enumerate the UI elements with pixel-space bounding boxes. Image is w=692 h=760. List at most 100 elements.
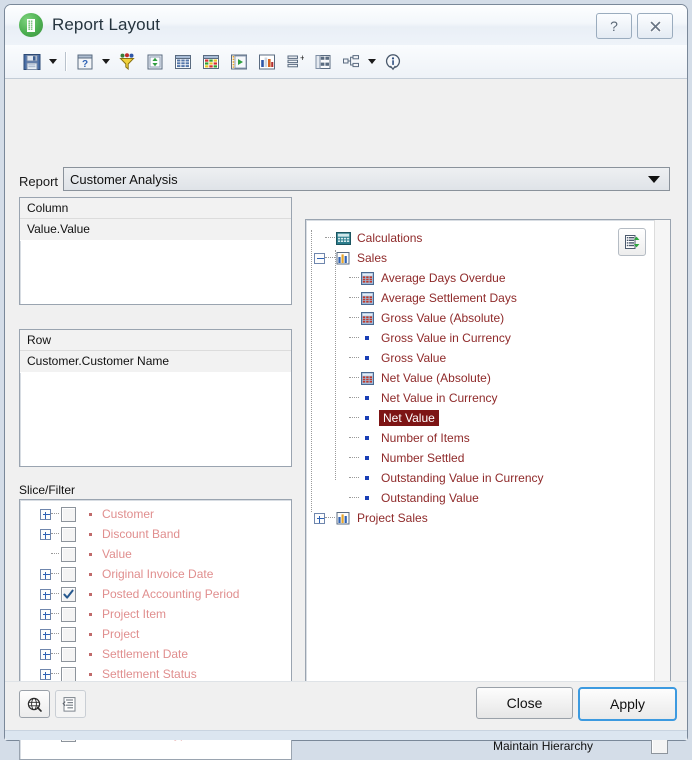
tree-connector [51, 553, 59, 555]
grid-icon[interactable] [170, 49, 196, 75]
slice-filter-checkbox[interactable] [61, 626, 76, 642]
tree-node[interactable]: Sales [314, 248, 670, 268]
column-panel-item[interactable]: Value.Value [20, 219, 291, 241]
slice-filter-item[interactable]: Project [20, 624, 291, 644]
tree-node[interactable]: Gross Value (Absolute) [314, 308, 670, 328]
slice-filter-item[interactable]: Value [20, 544, 291, 564]
expand-plus-icon[interactable] [40, 508, 51, 520]
hierarchy-icon[interactable] [338, 49, 364, 75]
tree-connector [349, 277, 359, 279]
expand-plus-icon[interactable] [40, 528, 51, 540]
slice-filter-item[interactable]: Settlement Date [20, 644, 291, 664]
expand-plus-icon[interactable] [40, 568, 51, 580]
info-icon[interactable] [380, 49, 406, 75]
expand-plus-icon[interactable] [40, 608, 51, 620]
slice-filter-checkbox[interactable] [61, 526, 76, 542]
tree-guide-line [311, 230, 312, 512]
tree-connector [349, 317, 359, 319]
tree-node-label: Average Settlement Days [381, 291, 517, 305]
column-panel-header: Column [20, 198, 291, 219]
collapse-minus-icon[interactable] [314, 252, 325, 264]
slice-filter-item-label: Settlement Date [102, 647, 189, 661]
tree-node[interactable]: Average Settlement Days [314, 288, 670, 308]
bullet-icon [89, 652, 92, 656]
tree-connector [349, 497, 359, 499]
tree-node-label: Average Days Overdue [381, 271, 506, 285]
report-properties-dropdown-caret[interactable] [100, 50, 112, 74]
slice-filter-checkbox[interactable] [61, 566, 76, 582]
report-layout-window: Report Layout ? ? + Report Customer Anal… [4, 4, 688, 760]
tree-node-label: Gross Value [381, 351, 447, 365]
conditional-format-icon[interactable] [198, 49, 224, 75]
dot-icon [359, 331, 375, 345]
structure-icon[interactable] [55, 690, 86, 718]
tree-node-label: Net Value [379, 410, 439, 426]
row-panel-item[interactable]: Customer.Customer Name [20, 351, 291, 373]
expand-plus-icon[interactable] [40, 648, 51, 660]
tree-node[interactable]: Average Days Overdue [314, 268, 670, 288]
dot-icon [359, 491, 375, 505]
slice-filter-item-label: Discount Band [102, 527, 181, 541]
slice-filter-item-label: Value [102, 547, 132, 561]
help-button[interactable]: ? [596, 13, 632, 39]
save-icon[interactable] [19, 49, 45, 75]
filter-icon[interactable] [114, 49, 140, 75]
layout-icon[interactable] [310, 49, 336, 75]
slice-filter-item[interactable]: Discount Band [20, 524, 291, 544]
tree-node-label: Project Sales [357, 511, 428, 525]
hierarchy-dropdown-caret[interactable] [366, 50, 378, 74]
chevron-down-icon [648, 175, 660, 183]
expand-plus-icon[interactable] [40, 628, 51, 640]
slice-filter-checkbox[interactable] [61, 586, 76, 602]
close-window-button[interactable] [637, 13, 673, 39]
sort-icon[interactable] [142, 49, 168, 75]
slice-filter-item[interactable]: Customer [20, 504, 291, 524]
slice-filter-checkbox[interactable] [61, 646, 76, 662]
expand-collapse-icon[interactable] [618, 228, 646, 256]
apply-button[interactable]: Apply [578, 687, 677, 721]
tree-connector [325, 237, 335, 239]
globe-icon[interactable] [19, 690, 50, 718]
report-label: Report [19, 174, 59, 189]
slice-filter-checkbox[interactable] [61, 506, 76, 522]
tree-node[interactable]: Number Settled [314, 448, 670, 468]
slice-filter-item[interactable]: Posted Accounting Period [20, 584, 291, 604]
tree-node[interactable]: Gross Value [314, 348, 670, 368]
save-dropdown-caret[interactable] [47, 50, 59, 74]
tree-connector [51, 513, 59, 515]
report-properties-icon[interactable]: ? [72, 49, 98, 75]
tree-node[interactable]: Net Value (Absolute) [314, 368, 670, 388]
slice-filter-item[interactable]: Original Invoice Date [20, 564, 291, 584]
bullet-icon [89, 672, 92, 676]
slice-filter-checkbox[interactable] [61, 666, 76, 682]
window-title-bar: Report Layout ? [5, 5, 687, 45]
bullet-icon [89, 612, 92, 616]
tree-node[interactable]: Outstanding Value in Currency [314, 468, 670, 488]
report-select[interactable]: Customer Analysis [63, 167, 670, 191]
chart-icon[interactable] [254, 49, 280, 75]
tree-node[interactable]: Net Value in Currency [314, 388, 670, 408]
expand-plus-icon[interactable] [314, 512, 325, 524]
expand-plus-icon[interactable] [40, 588, 51, 600]
slice-filter-checkbox[interactable] [61, 546, 76, 562]
close-icon [649, 20, 661, 32]
slideshow-icon[interactable] [226, 49, 252, 75]
tree-node[interactable]: Number of Items [314, 428, 670, 448]
close-button[interactable]: Close [476, 687, 573, 719]
dot-icon [359, 471, 375, 485]
tree-node[interactable]: Gross Value in Currency [314, 328, 670, 348]
tree-node[interactable]: Calculations [314, 228, 670, 248]
tree-connector [51, 613, 59, 615]
expand-plus-icon[interactable] [40, 668, 51, 680]
tree-node-label: Outstanding Value [381, 491, 479, 505]
tree-scrollbar[interactable] [654, 220, 670, 732]
tree-node[interactable]: Project Sales [314, 508, 670, 528]
tree-node[interactable]: Outstanding Value [314, 488, 670, 508]
tree-connector [349, 477, 359, 479]
tree-node[interactable]: Net Value [314, 408, 670, 428]
slice-filter-item-label: Project [102, 627, 140, 641]
add-row-icon[interactable]: + [282, 49, 308, 75]
slice-filter-item[interactable]: Project Item [20, 604, 291, 624]
slice-filter-checkbox[interactable] [61, 606, 76, 622]
maintain-hierarchy-label: Maintain Hierarchy [493, 739, 594, 753]
